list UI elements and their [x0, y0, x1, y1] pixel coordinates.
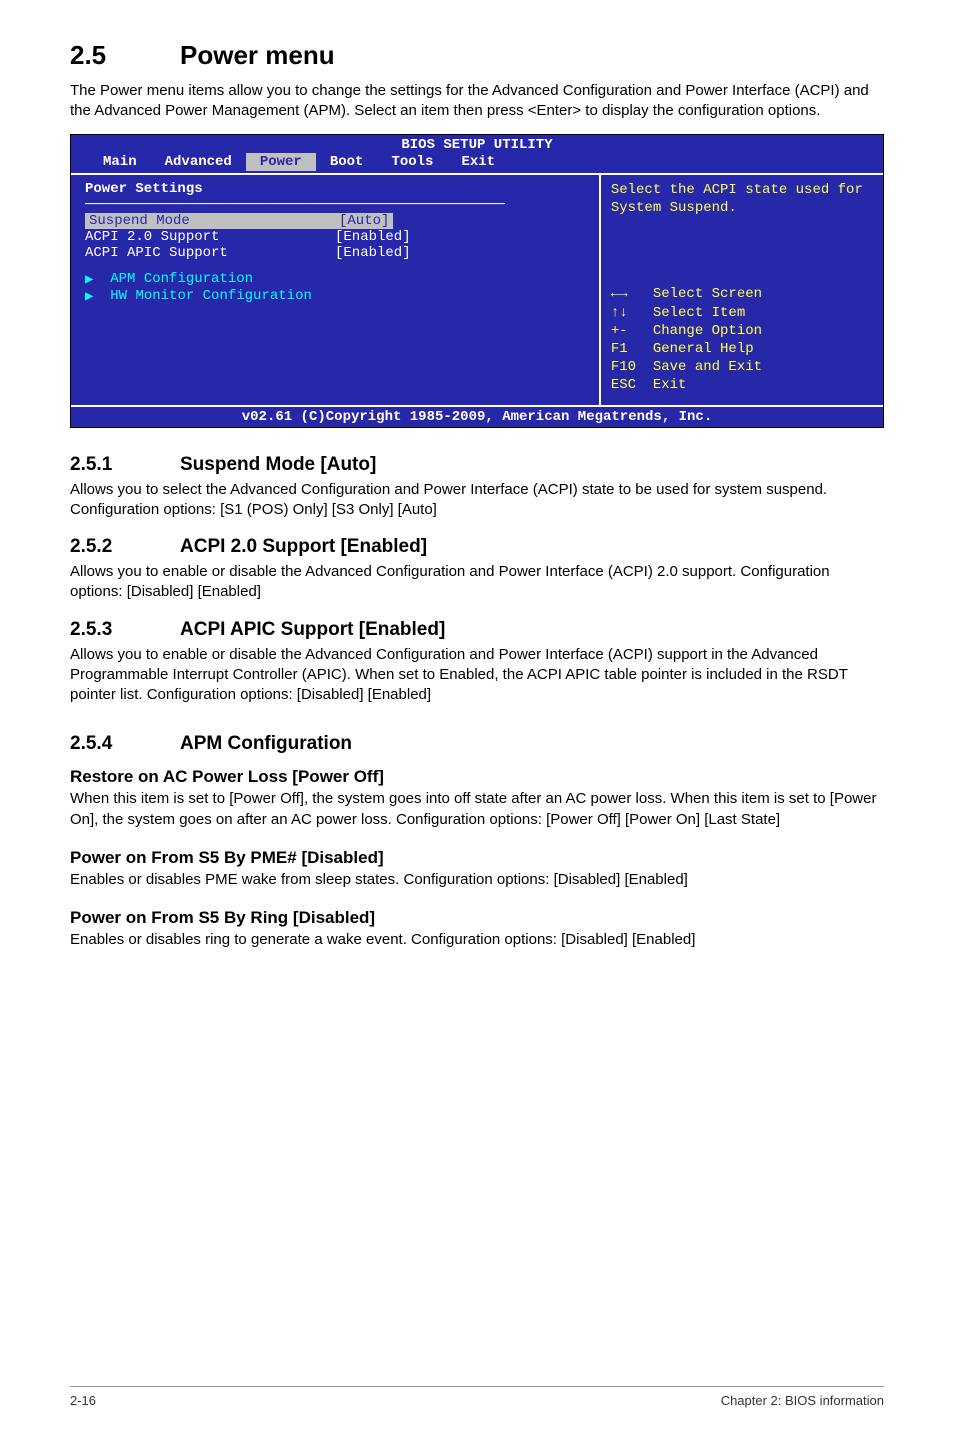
spacer: [85, 305, 585, 395]
bios-help-text: Select the ACPI state used for System Su…: [611, 181, 873, 217]
nav-exit: ESCExit: [611, 376, 873, 394]
section-252-heading: 2.5.2ACPI 2.0 Support [Enabled]: [70, 536, 884, 558]
f1-key-icon: F1: [611, 340, 653, 358]
bios-tab-power[interactable]: Power: [246, 153, 316, 171]
bios-tab-exit[interactable]: Exit: [447, 153, 509, 171]
intro-paragraph: The Power menu items allow you to change…: [70, 81, 884, 122]
bios-submenu-hwmonitor[interactable]: ▶ HW Monitor Configuration: [85, 288, 585, 305]
bios-tabs: Main Advanced Power Boot Tools Exit: [71, 153, 883, 173]
submenu-arrow-icon: ▶: [85, 271, 110, 288]
bios-tab-boot[interactable]: Boot: [316, 153, 378, 171]
section-253-text: Allows you to enable or disable the Adva…: [70, 645, 884, 706]
section-254-heading: 2.5.4APM Configuration: [70, 733, 884, 755]
bios-option-label: Suspend Mode: [85, 213, 335, 229]
section-253-heading: 2.5.3ACPI APIC Support [Enabled]: [70, 619, 884, 641]
esc-key-icon: ESC: [611, 376, 653, 394]
pme-text: Enables or disables PME wake from sleep …: [70, 870, 884, 890]
section-252-text: Allows you to enable or disable the Adva…: [70, 562, 884, 603]
nav-change-option: +-Change Option: [611, 322, 873, 340]
bios-nav-legend: ←→Select Screen ↑↓Select Item +-Change O…: [611, 285, 873, 394]
bios-option-value: [Auto]: [335, 213, 393, 229]
nav-save-exit: F10Save and Exit: [611, 358, 873, 376]
section-251-heading: 2.5.1Suspend Mode [Auto]: [70, 454, 884, 476]
bios-option-label: ACPI APIC Support: [85, 245, 335, 261]
restore-ac-text: When this item is set to [Power Off], th…: [70, 789, 884, 830]
arrows-lr-icon: ←→: [611, 285, 653, 303]
plusminus-icon: +-: [611, 322, 653, 340]
bios-divider: ────────────────────────────────────────…: [85, 197, 585, 213]
bios-body: Power Settings ─────────────────────────…: [71, 173, 883, 405]
bios-tab-advanced[interactable]: Advanced: [151, 153, 246, 171]
page-footer: 2-16 Chapter 2: BIOS information: [70, 1386, 884, 1408]
bios-option-value: [Enabled]: [335, 245, 411, 261]
nav-select-screen: ←→Select Screen: [611, 285, 873, 303]
page-number: 2-16: [70, 1393, 96, 1408]
bios-option-suspend-mode[interactable]: Suspend Mode [Auto]: [85, 213, 585, 229]
nav-general-help: F1General Help: [611, 340, 873, 358]
bios-footer: v02.61 (C)Copyright 1985-2009, American …: [71, 405, 883, 427]
page-heading: 2.5Power menu: [70, 40, 884, 71]
submenu-arrow-icon: ▶: [85, 288, 110, 305]
spacer: [85, 261, 585, 271]
bios-submenu-apm[interactable]: ▶ APM Configuration: [85, 271, 585, 288]
bios-title: BIOS SETUP UTILITY: [71, 135, 883, 153]
restore-ac-heading: Restore on AC Power Loss [Power Off]: [70, 767, 884, 787]
nav-select-item: ↑↓Select Item: [611, 304, 873, 322]
heading-number: 2.5: [70, 40, 180, 71]
bios-tab-tools[interactable]: Tools: [377, 153, 447, 171]
bios-left-panel: Power Settings ─────────────────────────…: [71, 175, 599, 405]
ring-heading: Power on From S5 By Ring [Disabled]: [70, 908, 884, 928]
bios-right-panel: Select the ACPI state used for System Su…: [599, 175, 883, 405]
ring-text: Enables or disables ring to generate a w…: [70, 930, 884, 950]
bios-tab-main[interactable]: Main: [89, 153, 151, 171]
arrows-ud-icon: ↑↓: [611, 304, 653, 322]
bios-screenshot: BIOS SETUP UTILITY Main Advanced Power B…: [70, 134, 884, 428]
bios-option-acpi20[interactable]: ACPI 2.0 Support [Enabled]: [85, 229, 585, 245]
f10-key-icon: F10: [611, 358, 653, 376]
bios-option-label: ACPI 2.0 Support: [85, 229, 335, 245]
bios-section-header: Power Settings: [85, 181, 585, 197]
bios-submenu-label: APM Configuration: [110, 271, 253, 288]
section-251-text: Allows you to select the Advanced Config…: [70, 480, 884, 521]
heading-title: Power menu: [180, 40, 335, 70]
bios-submenu-label: HW Monitor Configuration: [110, 288, 312, 305]
bios-option-acpi-apic[interactable]: ACPI APIC Support [Enabled]: [85, 245, 585, 261]
bios-option-value: [Enabled]: [335, 229, 411, 245]
chapter-label: Chapter 2: BIOS information: [721, 1393, 884, 1408]
pme-heading: Power on From S5 By PME# [Disabled]: [70, 848, 884, 868]
